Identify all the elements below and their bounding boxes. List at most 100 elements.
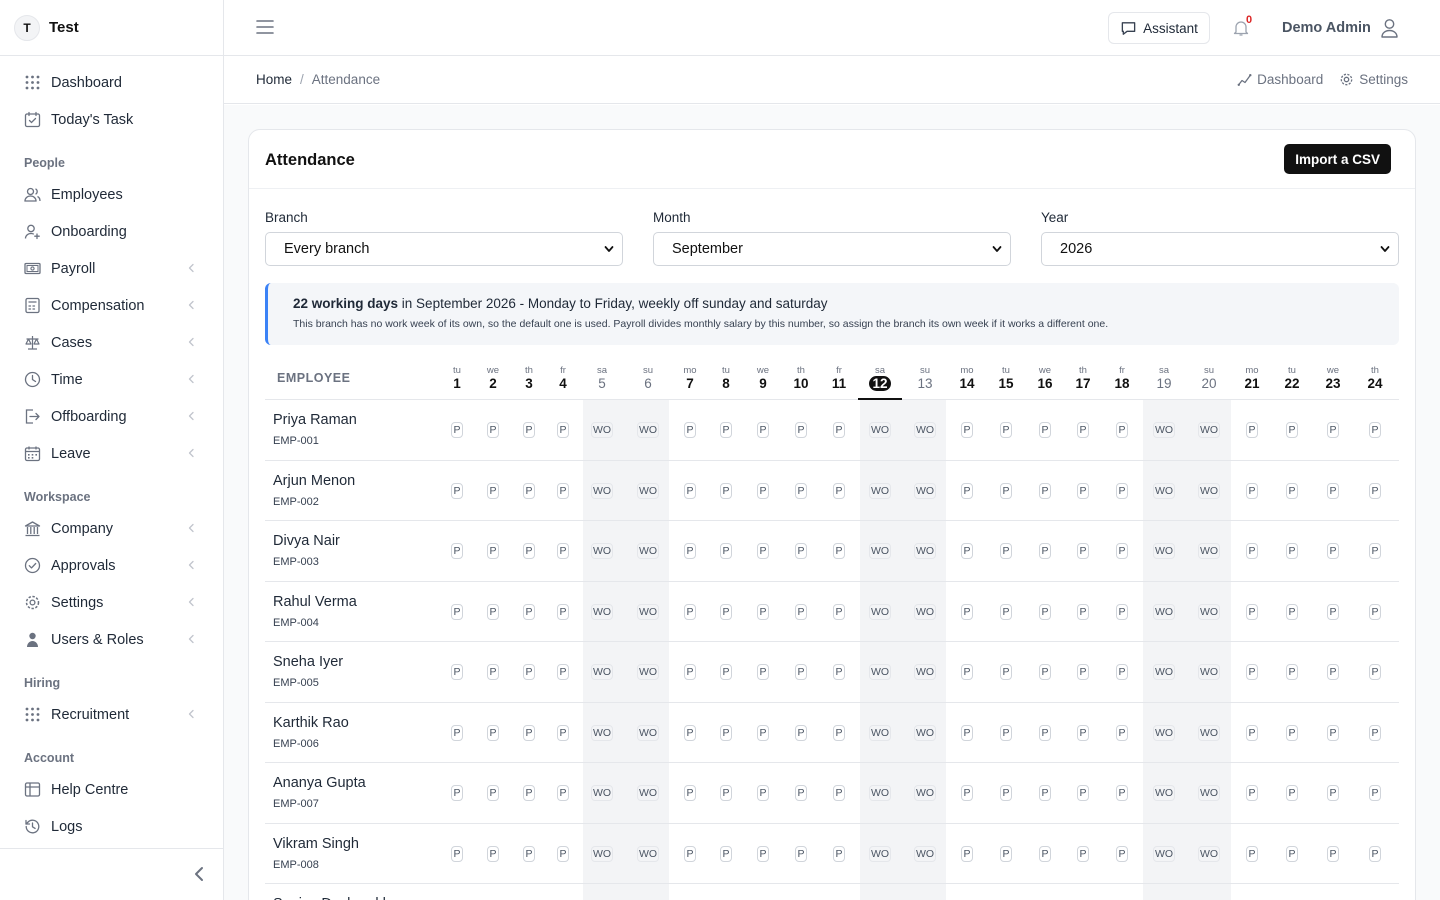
assistant-button[interactable]: Assistant [1108, 12, 1210, 44]
attendance-cell[interactable]: P [1327, 845, 1339, 862]
sidebar-item-help-centre[interactable]: Help Centre [0, 771, 223, 808]
attendance-cell[interactable]: P [557, 664, 569, 680]
attendance-cell[interactable]: P [720, 785, 732, 801]
attendance-cell[interactable]: P [1246, 785, 1258, 801]
attendance-cell[interactable]: P [720, 422, 732, 438]
attendance-cell[interactable]: P [451, 785, 463, 801]
sidebar-item-employees[interactable]: Employees [0, 176, 223, 213]
attendance-cell[interactable]: P [1000, 664, 1012, 680]
brand[interactable]: T Test [0, 0, 223, 56]
attendance-cell[interactable]: P [684, 543, 696, 559]
attendance-cell[interactable]: WO [1153, 422, 1175, 438]
attendance-cell[interactable]: WO [1198, 664, 1220, 680]
attendance-cell[interactable]: WO [1153, 543, 1175, 559]
attendance-cell[interactable]: P [795, 724, 807, 741]
attendance-cell[interactable]: WO [591, 603, 613, 620]
attendance-cell[interactable]: WO [1198, 482, 1220, 499]
user-name[interactable]: Demo Admin [1282, 20, 1371, 36]
attendance-cell[interactable]: P [1327, 785, 1339, 801]
attendance-cell[interactable]: P [684, 482, 696, 499]
attendance-cell[interactable]: P [1327, 603, 1339, 620]
attendance-cell[interactable]: P [1077, 724, 1089, 741]
attendance-cell[interactable]: P [757, 724, 769, 741]
attendance-cell[interactable]: P [1116, 724, 1128, 741]
sidebar-item-onboarding[interactable]: Onboarding [0, 213, 223, 250]
attendance-cell[interactable]: WO [591, 664, 613, 680]
attendance-cell[interactable]: WO [591, 482, 613, 499]
settings-link[interactable]: Settings [1339, 72, 1408, 87]
attendance-cell[interactable]: P [1077, 543, 1089, 559]
attendance-cell[interactable]: P [757, 785, 769, 801]
attendance-cell[interactable]: P [795, 603, 807, 620]
attendance-cell[interactable]: WO [1198, 785, 1220, 801]
attendance-cell[interactable]: P [1246, 482, 1258, 499]
attendance-cell[interactable]: WO [1153, 785, 1175, 801]
attendance-cell[interactable]: P [684, 422, 696, 438]
attendance-cell[interactable]: P [1369, 422, 1381, 438]
employee-name[interactable]: Sneha Iyer [273, 654, 343, 670]
attendance-cell[interactable]: WO [637, 664, 659, 680]
attendance-cell[interactable]: P [1369, 482, 1381, 499]
attendance-cell[interactable]: P [1327, 543, 1339, 559]
attendance-cell[interactable]: WO [869, 422, 891, 438]
attendance-cell[interactable]: WO [591, 785, 613, 801]
employee-name[interactable]: Vikram Singh [273, 836, 359, 852]
attendance-cell[interactable]: WO [637, 845, 659, 862]
attendance-cell[interactable]: P [1116, 482, 1128, 499]
attendance-cell[interactable]: WO [914, 845, 936, 862]
attendance-cell[interactable]: P [523, 543, 535, 559]
attendance-cell[interactable]: P [1039, 724, 1051, 741]
employee-name[interactable]: Arjun Menon [273, 473, 355, 489]
attendance-cell[interactable]: P [795, 422, 807, 438]
attendance-cell[interactable]: WO [591, 724, 613, 741]
attendance-cell[interactable]: P [557, 543, 569, 559]
employee-name[interactable]: Karthik Rao [273, 715, 349, 731]
employee-name[interactable]: Rahul Verma [273, 594, 357, 610]
dashboard-link[interactable]: Dashboard [1237, 72, 1323, 87]
attendance-cell[interactable]: P [757, 543, 769, 559]
attendance-cell[interactable]: P [961, 422, 973, 438]
attendance-cell[interactable]: WO [914, 543, 936, 559]
attendance-cell[interactable]: P [795, 543, 807, 559]
attendance-cell[interactable]: P [961, 664, 973, 680]
attendance-cell[interactable]: WO [591, 845, 613, 862]
attendance-cell[interactable]: P [961, 603, 973, 620]
attendance-cell[interactable]: P [1286, 482, 1298, 499]
attendance-cell[interactable]: P [1000, 724, 1012, 741]
attendance-cell[interactable]: P [523, 664, 535, 680]
attendance-cell[interactable]: P [833, 785, 845, 801]
attendance-cell[interactable]: P [1116, 422, 1128, 438]
attendance-cell[interactable]: P [795, 845, 807, 862]
attendance-cell[interactable]: P [961, 845, 973, 862]
attendance-cell[interactable]: P [1246, 845, 1258, 862]
attendance-cell[interactable]: WO [1153, 845, 1175, 862]
attendance-cell[interactable]: P [557, 845, 569, 862]
attendance-cell[interactable]: P [1077, 422, 1089, 438]
attendance-cell[interactable]: P [795, 785, 807, 801]
attendance-cell[interactable]: WO [914, 724, 936, 741]
attendance-cell[interactable]: P [833, 482, 845, 499]
attendance-cell[interactable]: P [1077, 845, 1089, 862]
attendance-cell[interactable]: WO [1198, 724, 1220, 741]
attendance-cell[interactable]: P [757, 422, 769, 438]
attendance-cell[interactable]: P [795, 482, 807, 499]
sidebar-item-approvals[interactable]: Approvals [0, 547, 223, 584]
attendance-cell[interactable]: WO [637, 422, 659, 438]
attendance-cell[interactable]: P [1286, 422, 1298, 438]
attendance-cell[interactable]: P [833, 664, 845, 680]
attendance-cell[interactable]: P [795, 664, 807, 680]
attendance-cell[interactable]: P [1246, 422, 1258, 438]
attendance-cell[interactable]: P [487, 603, 499, 620]
attendance-cell[interactable]: P [961, 724, 973, 741]
attendance-cell[interactable]: P [720, 482, 732, 499]
attendance-cell[interactable]: WO [914, 664, 936, 680]
attendance-cell[interactable]: P [1000, 543, 1012, 559]
attendance-cell[interactable]: WO [869, 785, 891, 801]
attendance-cell[interactable]: P [1369, 785, 1381, 801]
sidebar-item-logs[interactable]: Logs [0, 808, 223, 845]
attendance-cell[interactable]: WO [869, 724, 891, 741]
attendance-cell[interactable]: WO [1198, 845, 1220, 862]
attendance-cell[interactable]: P [1116, 543, 1128, 559]
year-select[interactable]: 2026 [1041, 232, 1399, 266]
sidebar-item-recruitment[interactable]: Recruitment [0, 696, 223, 733]
